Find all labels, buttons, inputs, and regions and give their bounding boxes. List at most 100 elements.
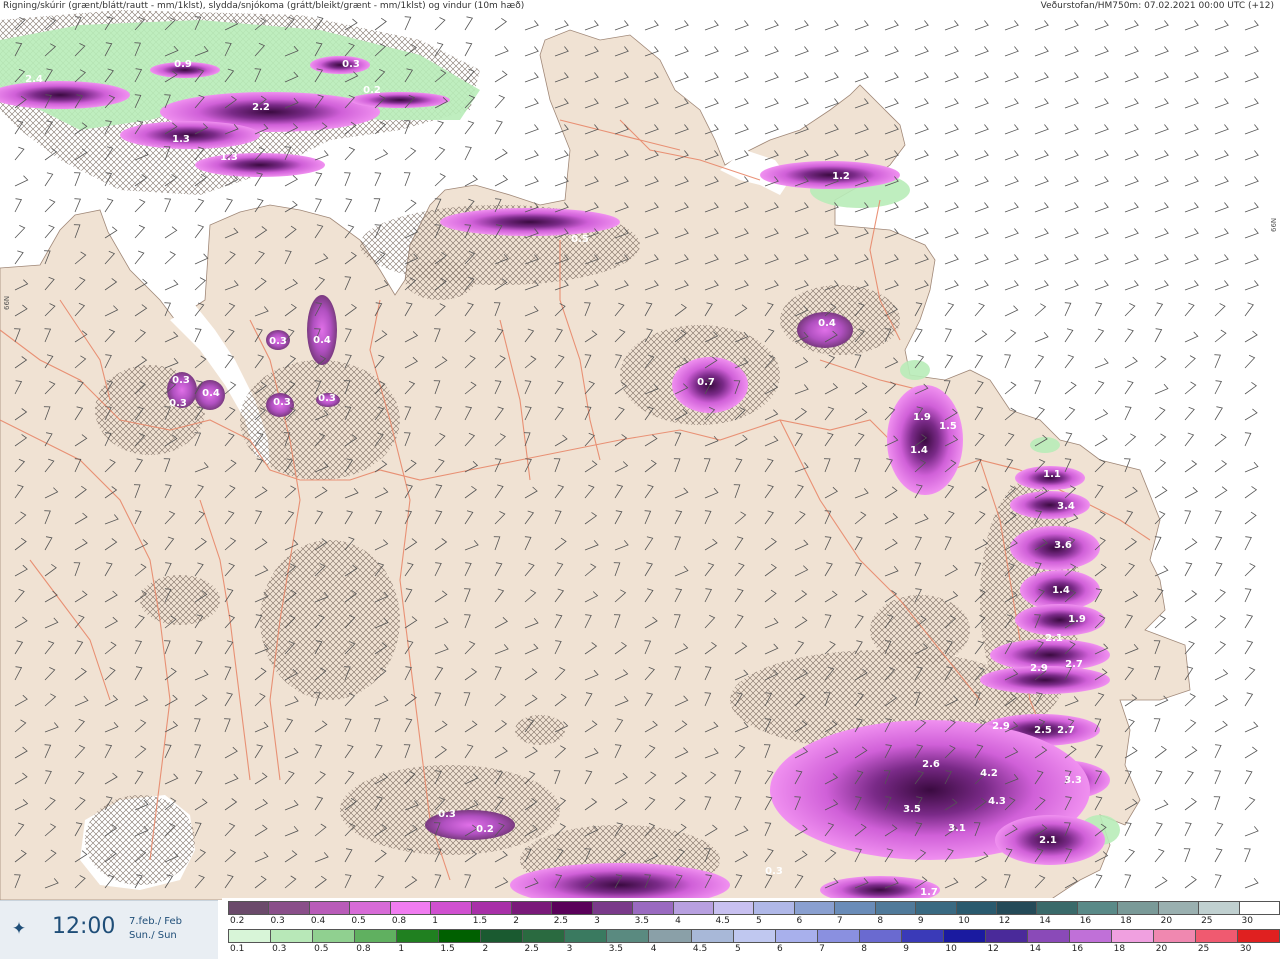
legend_rain-swatch [592,901,634,915]
legend_rain-label: 7 [836,916,843,926]
legend_rain-label: 3.5 [634,916,649,926]
legend_snow-swatch [733,929,776,943]
legend_snow-label: 6 [777,944,783,954]
legend_snow-swatch [817,929,860,943]
precip-value-label: 1.4 [910,445,928,456]
legend_snow-label: 18 [1113,944,1126,954]
legend_snow-swatch [1238,929,1280,943]
precip-value-label: 2.4 [25,74,43,85]
model-run-info: Veðurstofan/HM750m: 07.02.2021 00:00 UTC… [1040,1,1274,11]
legend_rain-label: 0.4 [310,916,326,926]
legend_snow-label: 0.3 [272,944,287,954]
precip-value-label: 0.3 [269,336,287,347]
legend_rain-label: 9 [917,916,924,926]
precip-value-label: 0.4 [202,388,220,399]
legend_snow-swatch [859,929,902,943]
legend_rain-swatch [835,901,876,915]
legend_snow-swatch [607,929,650,943]
latitude-marker-right: 66N [1270,217,1278,232]
precip-value-label: 2.7 [1065,659,1083,670]
legend_rain-label: 18 [1120,916,1132,926]
legend_snow-label: 30 [1239,944,1252,954]
legend_snow-label: 3 [566,944,573,954]
legend_snow-label: 0.1 [230,944,245,954]
legend_rain-label: 14 [1039,916,1051,926]
precip-value-label: 3.6 [1054,540,1072,551]
legend_snow-swatch [901,929,944,943]
precip-value-label: 2.9 [1030,663,1048,674]
legend_rain-label: 1 [432,916,439,926]
precip-value-label: 2.7 [1057,725,1075,736]
legend_snow-swatch [481,929,524,943]
compass-star-icon[interactable]: ✦ [9,919,29,939]
legend_rain-label: 0.3 [270,916,285,926]
precip-value-label: 2.1 [1039,835,1057,846]
legend_rain-label: 30 [1241,916,1253,926]
precip-value-label: 0.4 [818,318,836,329]
legend_snow-label: 12 [987,944,999,954]
legend_snow-swatch [355,929,398,943]
legend_rain-label: 4 [675,916,681,926]
time-panel[interactable]: ✦ 12:00 7.feb./ Feb Sun./ Sun [0,900,218,959]
legend_rain-swatch [997,901,1038,915]
forecast-weekday: Sun./ Sun [129,930,177,941]
legend_rain-swatch [471,901,512,915]
legend_snow-label: 10 [945,944,957,954]
precip-value-label: 3.3 [1064,775,1082,786]
weather-map[interactable]: 2.4 0.9 0.3 0.2 2.2 1.3 1.3 0.5 1.2 0.3 0.4 0.3 0.4 0… [0,0,1280,900]
precip-value-label: 1.3 [220,152,238,163]
legend_snow-label: 25 [1197,944,1210,954]
legend_snow-swatch [1196,929,1239,943]
legend_snow-label: 4 [650,944,657,954]
legend_snow-swatch [313,929,356,943]
precip-value-label: 0.5 [571,234,589,245]
legend_rain-label: 5 [756,916,762,926]
legend_rain-swatch [390,901,432,915]
legend_rain-swatch [431,901,472,915]
legend_snow-label: 3.5 [608,944,624,954]
precip-value-label: 0.7 [697,377,715,388]
precip-value-label: 0.9 [174,59,192,70]
legend_rain-label: 25 [1201,916,1213,926]
legend_snow-label: 9 [903,944,909,954]
precip-value-label: 2.2 [252,102,270,113]
precip-value-label: 2.9 [992,721,1010,732]
legend_snow-swatch [775,929,818,943]
precip-value-label: 1.9 [913,412,931,423]
legend_snow-swatch [228,929,272,943]
precip-value-label: 3.5 [903,804,921,815]
legend_rain-label: 10 [958,916,970,926]
legend_snow-label: 2 [482,944,489,954]
legend_snow-label: 14 [1029,944,1041,954]
precip-value-label: 0.3 [342,59,360,70]
legend_snow-swatch [439,929,482,943]
legend_rain-label: 6 [796,916,803,926]
legend_rain-label: 2 [513,916,519,926]
precip-value-label: 2.5 [1034,725,1052,736]
legend_rain-swatch [309,901,351,915]
precip-value-label: 3.1 [948,823,966,834]
legend_rain-label: 1.5 [472,916,488,926]
legend_rain-label: 0.2 [230,916,245,926]
precip-value-label: 0.2 [476,824,494,835]
precip-value-label: 0.3 [318,393,336,404]
legend_rain-label: 0.5 [351,916,366,926]
forecast-date: 7.feb./ Feb [129,916,182,927]
legend_snow-swatch [691,929,734,943]
legend_snow-label: 0.8 [356,944,371,954]
legend_snow-swatch [1027,929,1070,943]
legend_rain-swatch [511,901,553,915]
precip-value-label: 0.3 [172,375,190,386]
legend_rain-swatch [714,901,755,915]
legend_rain-label: 0.8 [391,916,407,926]
legend_rain-label: 8 [877,916,884,926]
legend_rain-swatch [916,901,957,915]
latitude-marker-left: 66N [3,295,11,310]
legend_snow-label: 4.5 [692,944,708,954]
precip-value-label: 1.9 [1068,614,1086,625]
legend_snow-swatch [565,929,608,943]
legend_rain-swatch [754,901,795,915]
precip-value-label: 0.3 [765,866,783,877]
precip-value-label: 2.6 [922,759,940,770]
legend_rain-label: 2.5 [553,916,569,926]
